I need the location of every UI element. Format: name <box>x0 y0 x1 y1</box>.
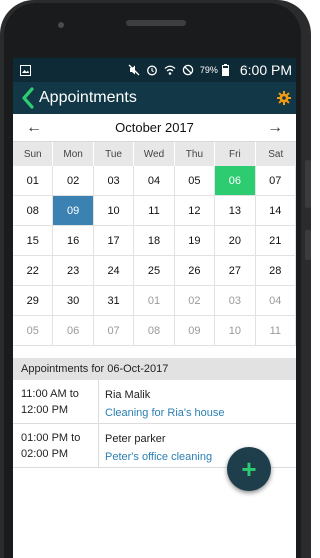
page-title: Appointments <box>39 89 137 106</box>
weekday-header: Sun Mon Tue Wed Thu Fri Sat <box>13 142 296 166</box>
volume-button <box>305 160 311 208</box>
image-notification-icon <box>19 64 31 76</box>
weekday-label: Mon <box>53 142 94 166</box>
calendar-day[interactable]: 15 <box>13 226 54 256</box>
month-title: October 2017 <box>115 120 194 135</box>
calendar-day[interactable]: 04 <box>134 166 175 196</box>
gear-icon <box>277 91 291 105</box>
calendar-day[interactable]: 25 <box>134 256 175 286</box>
calendar-day[interactable]: 24 <box>93 256 135 286</box>
calendar-day[interactable]: 01 <box>13 166 54 196</box>
calendar-day-other-month[interactable]: 04 <box>255 286 296 316</box>
calendar-day[interactable]: 05 <box>174 166 216 196</box>
month-navigation: ← October 2017 → <box>13 114 296 142</box>
weekday-label: Thu <box>174 142 216 166</box>
calendar-day[interactable]: 14 <box>255 196 296 226</box>
add-appointment-button[interactable]: + <box>227 447 271 491</box>
calendar-day-today[interactable]: 06 <box>215 166 256 196</box>
calendar-day[interactable]: 22 <box>13 256 54 286</box>
weekday-label: Sat <box>255 142 296 166</box>
calendar-day[interactable]: 19 <box>174 226 216 256</box>
plus-icon: + <box>241 454 257 484</box>
appointments-header: Appointments for 06-Oct-2017 <box>13 358 296 380</box>
calendar-day[interactable]: 08 <box>13 196 54 226</box>
app-bar: Appointments <box>13 82 296 114</box>
calendar-day-other-month[interactable]: 10 <box>215 316 256 346</box>
next-month-button[interactable]: → <box>264 119 286 137</box>
appointment-info: Ria Malik Cleaning for Ria's house <box>99 380 296 423</box>
front-camera <box>58 22 64 28</box>
earpiece <box>126 20 186 26</box>
calendar-day[interactable]: 16 <box>53 226 94 256</box>
phone-frame: 79% 6:00 PM Appointments ← October 2017 … <box>0 0 311 558</box>
calendar-day[interactable]: 26 <box>174 256 216 286</box>
calendar-day[interactable]: 21 <box>255 226 296 256</box>
calendar-day-other-month[interactable]: 06 <box>53 316 94 346</box>
calendar-day-other-month[interactable]: 02 <box>174 286 216 316</box>
back-button[interactable] <box>17 82 39 114</box>
calendar-day[interactable]: 31 <box>93 286 135 316</box>
calendar-day[interactable]: 10 <box>93 196 135 226</box>
calendar-day[interactable]: 02 <box>53 166 94 196</box>
calendar-day-other-month[interactable]: 07 <box>93 316 135 346</box>
calendar-day-other-month[interactable]: 08 <box>134 316 175 346</box>
calendar-day-other-month[interactable]: 03 <box>215 286 256 316</box>
calendar-day[interactable]: 30 <box>53 286 94 316</box>
appointment-client-name: Peter parker <box>105 433 166 445</box>
wifi-icon <box>164 64 176 76</box>
calendar-day-other-month[interactable]: 01 <box>134 286 175 316</box>
calendar-day[interactable]: 03 <box>93 166 135 196</box>
appointment-row[interactable]: 11:00 AM to 12:00 PM Ria Malik Cleaning … <box>13 380 296 424</box>
settings-button[interactable] <box>272 82 296 114</box>
appointment-time: 01:00 PM to 02:00 PM <box>13 424 99 467</box>
calendar-day-other-month[interactable]: 11 <box>255 316 296 346</box>
power-button <box>305 230 311 260</box>
calendar-day-other-month[interactable]: 09 <box>174 316 216 346</box>
calendar-day-selected[interactable]: 09 <box>53 196 94 226</box>
alarm-icon <box>146 64 158 76</box>
calendar-day-other-month[interactable]: 05 <box>13 316 54 346</box>
calendar-day[interactable]: 17 <box>93 226 135 256</box>
weekday-label: Sun <box>13 142 54 166</box>
mute-icon <box>128 64 140 76</box>
calendar-day[interactable]: 18 <box>134 226 175 256</box>
weekday-label: Tue <box>93 142 135 166</box>
no-signal-icon <box>182 64 194 76</box>
appointment-title-link[interactable]: Cleaning for Ria's house <box>105 404 296 422</box>
chevron-left-icon <box>22 87 34 109</box>
status-bar: 79% 6:00 PM <box>13 58 296 82</box>
prev-month-button[interactable]: ← <box>23 119 45 137</box>
calendar-day[interactable]: 12 <box>174 196 216 226</box>
weekday-label: Fri <box>215 142 256 166</box>
clock: 6:00 PM <box>239 62 292 78</box>
calendar-day[interactable]: 20 <box>215 226 256 256</box>
appointment-client-name: Ria Malik <box>105 389 151 401</box>
calendar-day[interactable]: 07 <box>255 166 296 196</box>
appointment-time: 11:00 AM to 12:00 PM <box>13 380 99 423</box>
calendar-day[interactable]: 23 <box>53 256 94 286</box>
calendar-day[interactable]: 27 <box>215 256 256 286</box>
calendar-grid: 01 02 03 04 05 06 07 08 09 10 11 12 13 1… <box>13 166 296 346</box>
battery-icon <box>220 64 232 76</box>
calendar-day[interactable]: 28 <box>255 256 296 286</box>
weekday-label: Wed <box>134 142 175 166</box>
calendar-day[interactable]: 29 <box>13 286 54 316</box>
calendar-day[interactable]: 11 <box>134 196 175 226</box>
calendar-day[interactable]: 13 <box>215 196 256 226</box>
battery-percent: 79% <box>199 65 218 75</box>
